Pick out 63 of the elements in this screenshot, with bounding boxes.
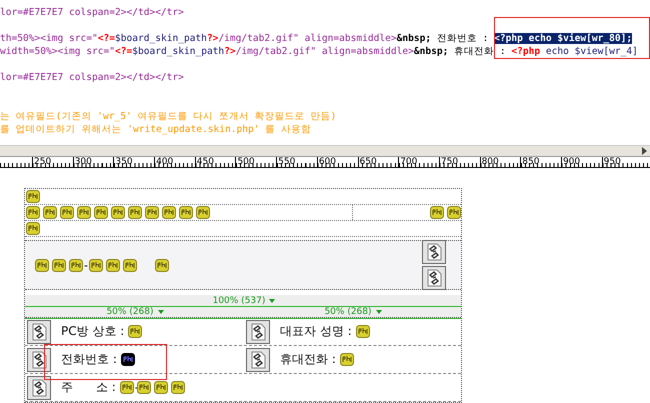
php-marker-icon[interactable] (69, 258, 83, 272)
code-line: th=50%><img src="<?=$board_skin_path?>/img/tab2.gif" align=absmiddle>&nbsp; 전화번호 : <?php echo $view[wr_80]; (0, 32, 634, 45)
broken-image-icon[interactable] (27, 320, 51, 344)
field-label: 대표자 성명 : (280, 323, 352, 340)
php-marker-icon[interactable] (35, 258, 49, 272)
broken-image-icon[interactable] (27, 376, 51, 400)
broken-image-icon[interactable] (422, 266, 446, 290)
php-marker-icon[interactable] (88, 258, 103, 272)
php-marker-icon[interactable] (196, 206, 210, 219)
broken-image-icon[interactable] (27, 348, 51, 372)
php-marker-icon[interactable] (94, 206, 108, 219)
php-marker-icon[interactable] (162, 206, 176, 219)
field-label: 전화번호 : (61, 351, 117, 368)
ruler-label: 500 (237, 157, 255, 167)
php-marker-icon[interactable] (26, 206, 40, 219)
ruler-label: 850 (522, 157, 540, 167)
caret-icon[interactable] (269, 298, 276, 302)
php-marker-icon[interactable] (43, 206, 57, 219)
php-marker-icon[interactable] (106, 258, 120, 272)
php-marker-icon[interactable] (77, 206, 91, 219)
code-line: lor=#E7E7E7 colspan=2></td></tr> (0, 6, 185, 19)
php-marker-icon[interactable] (26, 190, 40, 203)
dash-text: - (84, 258, 88, 272)
php-marker-icon[interactable] (120, 353, 135, 366)
php-marker-icon[interactable] (128, 325, 142, 338)
code-line: lor=#E7E7E7 colspan=2></td></tr> (0, 71, 185, 84)
caret-icon[interactable] (158, 310, 164, 314)
php-marker-icon[interactable] (52, 258, 66, 272)
php-marker-icon[interactable] (60, 206, 74, 219)
php-marker-icon[interactable] (154, 258, 169, 272)
php-marker-icon[interactable] (430, 206, 444, 219)
php-marker-icon[interactable] (340, 353, 354, 366)
column-width-label[interactable]: 50% (268) (104, 307, 156, 317)
field-label: 주 소 : (61, 379, 116, 396)
column-width-label[interactable]: 50% (268) (322, 307, 374, 317)
broken-image-icon[interactable] (422, 240, 446, 264)
php-marker-icon[interactable] (136, 381, 151, 394)
php-marker-icon[interactable] (179, 206, 193, 219)
php-marker-icon[interactable] (122, 258, 137, 272)
ruler-label: 650 (360, 157, 377, 167)
php-marker-icon[interactable] (145, 206, 159, 219)
ruler-label: 600 (318, 157, 336, 167)
broken-image-icon[interactable] (246, 320, 270, 344)
caret-icon[interactable] (376, 310, 382, 314)
broken-image-icon[interactable] (246, 348, 270, 372)
table-width-label[interactable]: 100% (537) (210, 296, 268, 306)
php-marker-icon[interactable] (111, 206, 125, 219)
ruler-label: 750 (440, 157, 458, 167)
php-marker-icon[interactable] (154, 381, 168, 394)
code-line: 를 업데이트하기 위해서는 'write_update.skin.php' 를 사용함 (0, 123, 312, 136)
ruler-label: 400 (156, 157, 174, 167)
php-marker-icon[interactable] (170, 381, 185, 394)
code-line: 는 여유필드(기존의 'wr_5' 여유필드를 다시 쪼개서 확장필드로 만듬) (0, 110, 338, 123)
php-marker-icon[interactable] (26, 222, 40, 235)
php-marker-icon[interactable] (356, 325, 370, 338)
field-label: 휴대전화 : (280, 351, 336, 368)
php-marker-icon[interactable] (120, 381, 134, 394)
php-marker-icon[interactable] (128, 206, 142, 219)
php-marker-icon[interactable] (447, 206, 461, 219)
scroll-right-icon[interactable] (640, 146, 648, 156)
code-line: width=50%><img src="<?=$board_skin_path?>/img/tab2.gif" align=absmiddle>&nbsp; 휴대전화 : <?php echo $view[wr_4] (0, 45, 639, 58)
field-label: PC방 상호 : (61, 323, 124, 340)
ruler-label: 700 (400, 157, 418, 167)
